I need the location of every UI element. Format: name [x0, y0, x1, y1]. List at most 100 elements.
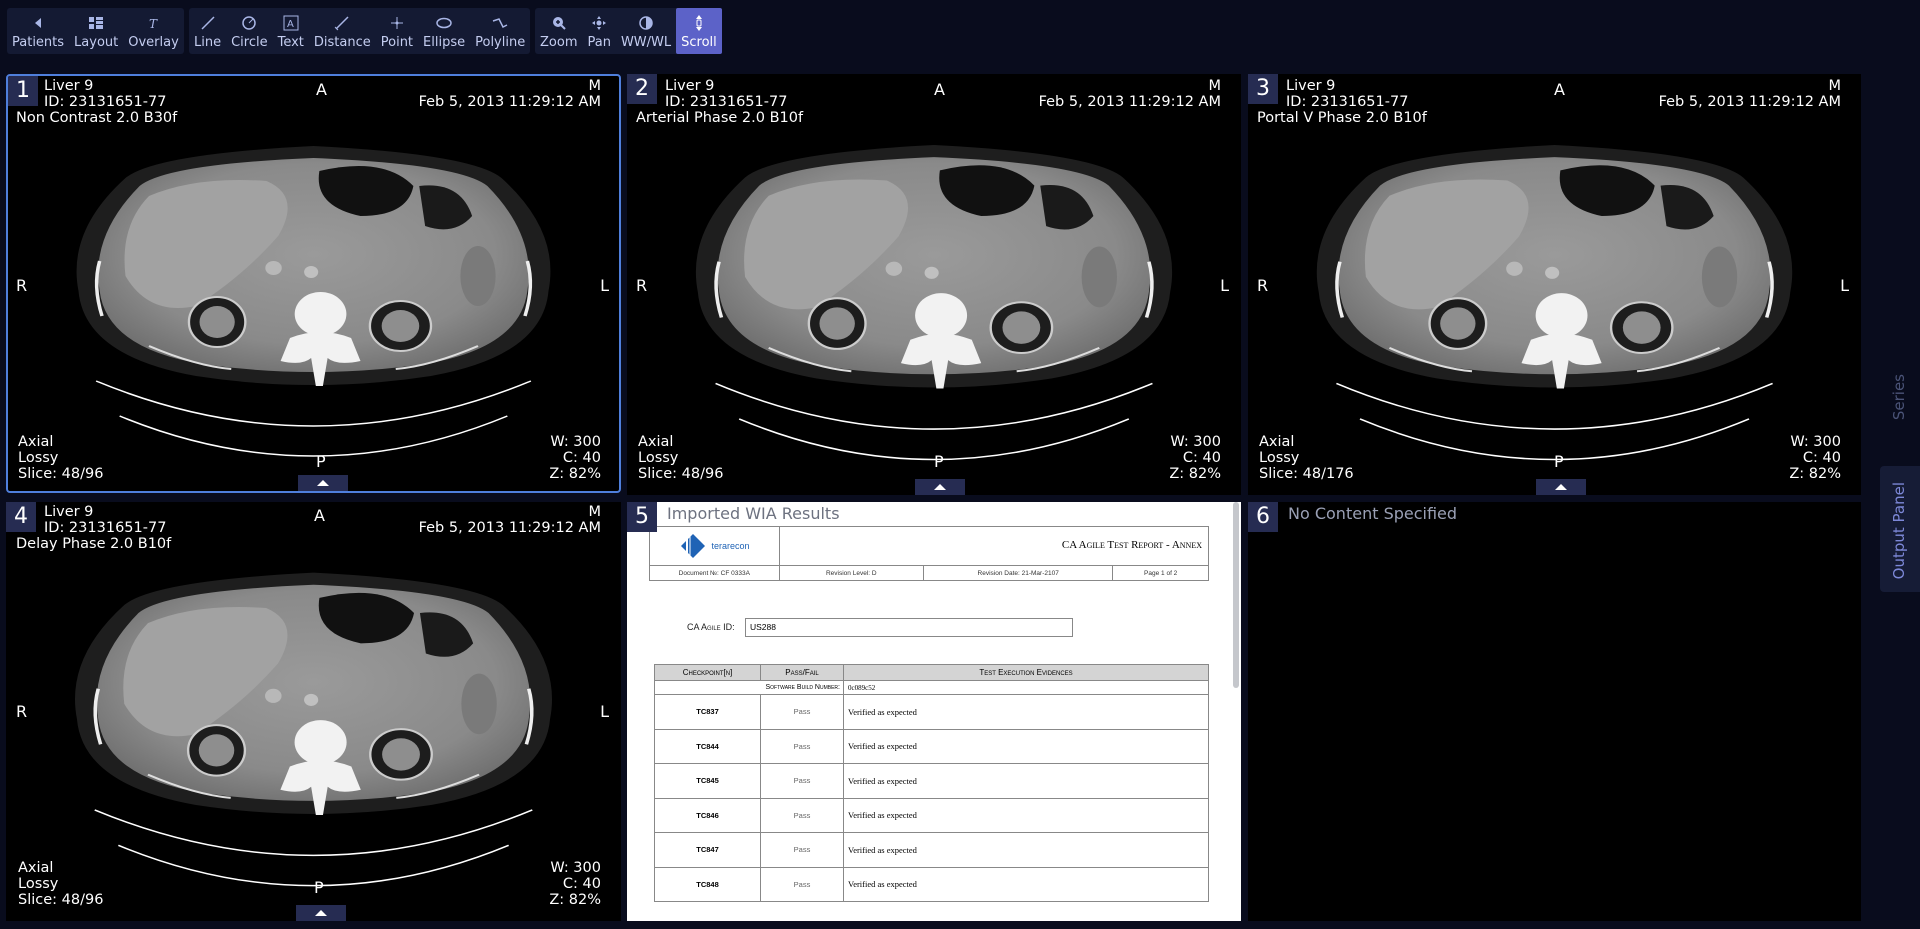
result-cell: Pass — [760, 866, 844, 902]
patient-sex: M — [588, 78, 601, 94]
series-description: Non Contrast 2.0 B30f — [16, 110, 178, 126]
scroll-tool-button[interactable]: Scroll — [676, 8, 722, 54]
orientation-right: L — [1840, 276, 1849, 295]
zoom-icon — [551, 14, 567, 32]
window-width: W: 300 — [550, 860, 601, 876]
ruler-icon — [334, 14, 350, 32]
ct-image[interactable] — [627, 74, 1241, 495]
orientation-bottom: P — [316, 452, 326, 471]
zoom-tool-button[interactable]: Zoom — [535, 8, 582, 54]
text-tool-button[interactable]: A Text — [273, 8, 309, 54]
window-width: W: 300 — [1790, 434, 1841, 450]
series-tab[interactable]: Series — [1890, 374, 1908, 420]
patient-id: ID: 23131651-77 — [665, 94, 788, 110]
layout-button[interactable]: Layout — [69, 8, 123, 54]
back-icon — [33, 14, 43, 32]
table-row: TC848 Pass Verified as expected — [654, 866, 1209, 902]
zoom-level: Z: 82% — [549, 466, 601, 482]
report-document[interactable]: terarecon CA Agile Test Report - Annex D… — [627, 502, 1235, 920]
study-date: Feb 5, 2013 11:29:12 AM — [1658, 94, 1841, 110]
viewport-6[interactable]: 6 No Content Specified — [1248, 502, 1861, 921]
patient-name: Liver 9 — [1286, 78, 1336, 94]
orientation-left: R — [1257, 276, 1269, 295]
orientation-left: R — [16, 702, 28, 721]
orientation-top: A — [934, 80, 945, 99]
series-description: Delay Phase 2.0 B10f — [16, 536, 172, 552]
ct-image[interactable] — [8, 76, 619, 491]
polyline-tool-button[interactable]: Polyline — [470, 8, 530, 54]
viewport-number: 5 — [627, 502, 657, 532]
checkpoint-id: TC846 — [654, 797, 761, 833]
viewport-number: 6 — [1248, 502, 1278, 532]
window-level-label: WW/WL — [620, 35, 672, 50]
patient-sex: M — [1828, 78, 1841, 94]
line-label: Line — [194, 35, 222, 50]
polyline-icon — [491, 14, 509, 32]
build-number-value: 0c089c52 — [843, 680, 1209, 695]
zoom-label: Zoom — [540, 35, 578, 50]
viewport-number: 1 — [8, 76, 38, 106]
table-header-row: Checkpoint[n] Pass/Fail Test Execution E… — [654, 664, 1209, 681]
distance-tool-button[interactable]: Distance — [309, 8, 376, 54]
ellipse-tool-button[interactable]: Ellipse — [418, 8, 470, 54]
viewport-4[interactable]: 4 Liver 9 ID: 23131651-77 Delay Phase 2.… — [6, 502, 621, 921]
pan-tool-button[interactable]: Pan — [582, 8, 615, 54]
patient-name: Liver 9 — [665, 78, 715, 94]
page-indicator: Page 1 of 2 — [1144, 569, 1178, 577]
study-date: Feb 5, 2013 11:29:12 AM — [418, 520, 601, 536]
orientation-right: L — [600, 276, 609, 295]
ct-image[interactable] — [6, 502, 621, 921]
patients-button[interactable]: Patients — [7, 8, 69, 54]
cine-toggle-button[interactable] — [298, 475, 348, 491]
orientation-bottom: P — [1554, 452, 1564, 471]
circle-tool-button[interactable]: Circle — [226, 8, 273, 54]
line-icon — [200, 14, 216, 32]
point-tool-button[interactable]: Point — [376, 8, 418, 54]
patient-name: Liver 9 — [44, 504, 94, 520]
window-center: C: 40 — [562, 876, 601, 892]
viewport-5-report[interactable]: terarecon CA Agile Test Report - Annex D… — [627, 502, 1241, 921]
patient-name: Liver 9 — [44, 78, 94, 94]
distance-label: Distance — [313, 35, 371, 50]
cine-toggle-button[interactable] — [915, 479, 965, 495]
viewport-1[interactable]: 1 Liver 9 ID: 23131651-77 Non Contrast 2… — [6, 74, 621, 493]
viewport-2[interactable]: 2 Liver 9 ID: 23131651-77 Arterial Phase… — [627, 74, 1241, 495]
table-row: TC847 Pass Verified as expected — [654, 832, 1209, 868]
orientation-top: A — [316, 80, 327, 99]
ct-image[interactable] — [1248, 74, 1861, 495]
slice-label: Slice: 48/176 — [1259, 466, 1354, 482]
patient-id: ID: 23131651-77 — [44, 520, 167, 536]
cine-toggle-button[interactable] — [296, 905, 346, 921]
svg-text:A: A — [287, 19, 294, 30]
evidence-cell: Verified as expected — [843, 866, 1209, 902]
checkpoint-id: TC845 — [654, 763, 761, 799]
logo-text: terarecon — [711, 541, 750, 551]
plane-label: Axial — [18, 860, 54, 876]
result-cell: Pass — [760, 694, 844, 730]
patient-sex: M — [1208, 78, 1221, 94]
build-number-row: Software Build Number: 0c089c52 — [654, 680, 1209, 695]
text-label: Text — [277, 35, 304, 50]
ellipse-label: Ellipse — [423, 35, 466, 50]
polyline-label: Polyline — [475, 35, 526, 50]
viewport-3[interactable]: 3 Liver 9 ID: 23131651-77 Portal V Phase… — [1248, 74, 1861, 495]
line-tool-button[interactable]: Line — [189, 8, 226, 54]
chevron-up-icon — [934, 484, 946, 490]
patient-id: ID: 23131651-77 — [44, 94, 167, 110]
result-cell: Pass — [760, 797, 844, 833]
column-header-checkpoint: Checkpoint[n] — [654, 664, 761, 681]
overlay-label: Overlay — [128, 35, 179, 50]
plane-label: Axial — [638, 434, 674, 450]
overlay-button[interactable]: T Overlay — [123, 8, 184, 54]
output-panel-tab[interactable]: Output Panel — [1890, 482, 1908, 579]
scroll-icon — [693, 14, 705, 32]
compression-label: Lossy — [18, 876, 59, 892]
cine-toggle-button[interactable] — [1536, 479, 1586, 495]
report-header: terarecon CA Agile Test Report - Annex — [649, 526, 1209, 566]
window-level-button[interactable]: WW/WL — [616, 8, 676, 54]
right-side-panel: Series Output Panel — [1880, 62, 1920, 929]
report-scrollbar[interactable] — [1233, 502, 1239, 688]
chevron-up-icon — [1555, 484, 1567, 490]
window-center: C: 40 — [562, 450, 601, 466]
orientation-right: L — [1220, 276, 1229, 295]
